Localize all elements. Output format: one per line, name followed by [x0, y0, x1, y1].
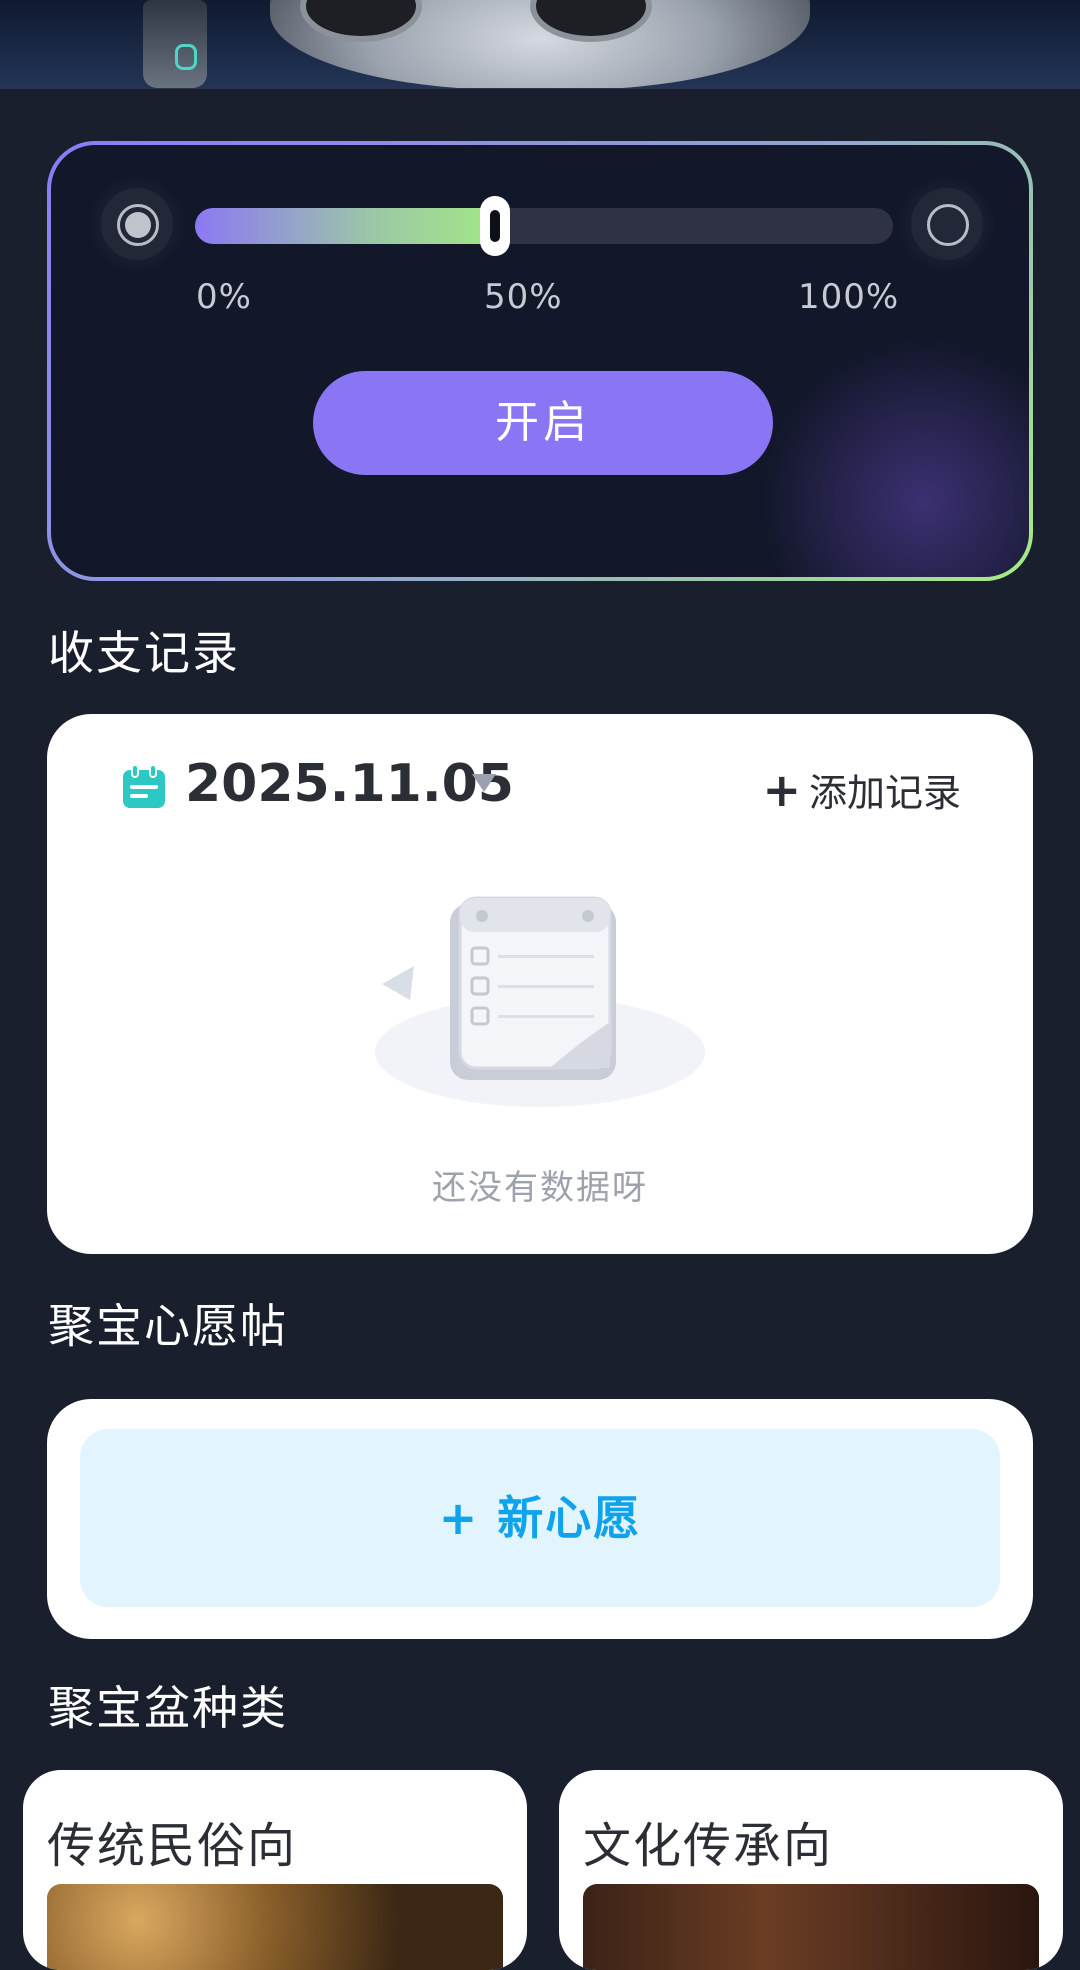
category-card-culture[interactable]: 文化传承向: [559, 1770, 1063, 1970]
empty-state-text: 还没有数据呀: [432, 1168, 648, 1208]
add-record-button[interactable]: + 添加记录: [762, 762, 961, 817]
progress-slider-track[interactable]: [195, 196, 893, 256]
percent-label-min: 0%: [196, 277, 252, 317]
category-image: [47, 1884, 503, 1970]
radio-empty-icon: [927, 204, 969, 246]
records-section-title: 收支记录: [48, 626, 240, 680]
percent-label-mid: 50%: [484, 277, 563, 317]
wish-card: + 新心愿: [47, 1399, 1033, 1639]
percent-label-max: 100%: [798, 277, 900, 317]
new-wish-button[interactable]: + 新心愿: [80, 1429, 1000, 1607]
category-label: 传统民俗向: [47, 1818, 298, 1874]
category-label: 文化传承向: [583, 1818, 834, 1874]
charger-plug-graphic: [143, 0, 207, 88]
empty-clipboard-icon: [375, 896, 705, 1107]
category-image: [583, 1884, 1039, 1970]
top-banner-image: [0, 0, 1080, 89]
category-card-folk[interactable]: 传统民俗向: [23, 1770, 527, 1970]
plus-icon: +: [762, 763, 801, 817]
charge-control-card: 0% 50% 100% 开启: [47, 141, 1033, 581]
records-card: 2025.11.05 + 添加记录 还没有数据呀: [47, 714, 1033, 1254]
progress-slider-fill: [195, 208, 496, 244]
add-record-label: 添加记录: [808, 771, 961, 815]
record-date[interactable]: 2025.11.05: [185, 754, 514, 814]
caret-down-icon[interactable]: [472, 774, 496, 792]
progress-slider-thumb[interactable]: [480, 196, 511, 256]
open-button[interactable]: 开启: [313, 371, 773, 475]
slider-start-knob[interactable]: [101, 188, 173, 260]
radio-filled-icon: [117, 204, 159, 246]
calendar-icon[interactable]: [121, 764, 167, 810]
categories-section-title: 聚宝盆种类: [48, 1681, 288, 1735]
wishes-section-title: 聚宝心愿帖: [48, 1299, 288, 1353]
slider-end-knob[interactable]: [911, 188, 983, 260]
decorative-glow: [759, 337, 1029, 577]
